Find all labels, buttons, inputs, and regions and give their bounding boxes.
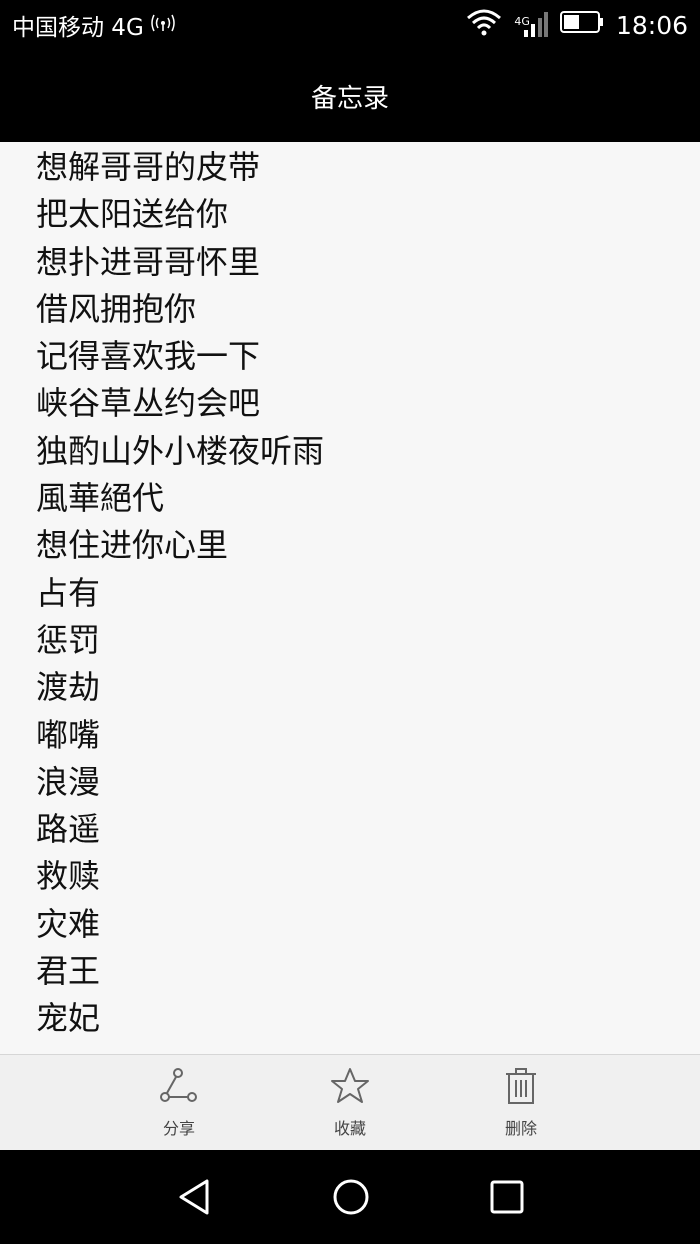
delete-label: 删除 [504,1119,537,1138]
status-bar: 中国移动 4G 4G 18:06 [0,0,700,50]
wifi-icon [466,8,502,42]
note-line: 惩罚 [36,620,101,659]
star-icon [330,1067,370,1109]
note-line: 風華絕代 [36,479,165,518]
recents-button[interactable] [487,1177,527,1217]
note-body[interactable]: 想解哥哥的皮带 把太阳送给你 想扑进哥哥怀里 借风拥抱你 记得喜欢我一下 峡谷草… [0,142,700,1054]
note-line: 灾难 [36,904,101,943]
note-line: 嘟嘴 [36,715,101,754]
share-label: 分享 [162,1119,195,1138]
note-line: 君王 [36,952,101,991]
back-button[interactable] [175,1177,215,1217]
clock: 18:06 [615,10,688,40]
note-line: 想解哥哥的皮带 [36,148,261,186]
battery-icon [559,10,604,40]
title-bar: 备忘录 [0,50,700,142]
note-line: 借风拥抱你 [36,289,197,328]
page-title: 备忘录 [310,83,389,114]
note-line: 路遥 [36,810,101,849]
note-line: 想住进你心里 [36,526,229,565]
note-line: 救赎 [36,857,101,896]
note-line: 渡劫 [36,668,101,707]
home-button[interactable] [331,1177,371,1217]
home-circle-icon [333,1179,369,1215]
favorite-button[interactable]: 收藏 [295,1067,405,1147]
status-left: 中国移动 4G [12,8,176,42]
note-line: 记得喜欢我一下 [36,337,261,376]
network-type-label: 4G [514,15,530,28]
note-line: 独酌山外小楼夜听雨 [36,431,325,470]
back-triangle-icon [179,1179,209,1215]
favorite-label: 收藏 [333,1119,366,1138]
share-icon [159,1067,199,1109]
trash-icon [501,1067,541,1109]
note-line: 浪漫 [36,762,101,801]
note-line: 想扑进哥哥怀里 [36,242,261,281]
note-line: 占有 [36,573,101,612]
delete-button[interactable]: 删除 [466,1067,576,1147]
hotspot-icon [150,12,176,38]
recents-square-icon [490,1180,524,1214]
status-right: 4G 18:06 [466,8,688,42]
share-button[interactable]: 分享 [124,1067,234,1147]
note-line: 把太阳送给你 [36,195,229,234]
nav-bar [0,1150,700,1244]
signal-indicator: 4G [514,12,548,38]
note-line: 宠妃 [36,999,101,1038]
action-bar: 分享 收藏 删除 [0,1054,700,1150]
note-line: 峡谷草丛约会吧 [36,384,261,423]
carrier-label: 中国移动 4G [12,15,144,41]
